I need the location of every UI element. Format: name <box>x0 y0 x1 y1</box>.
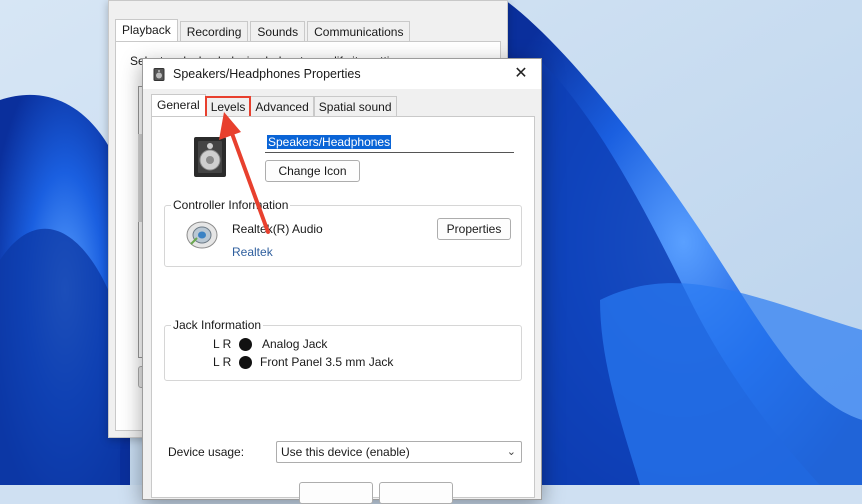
properties-tabs: General Levels Advanced Spatial sound <box>151 94 397 120</box>
controller-link[interactable]: Realtek <box>232 245 273 259</box>
tab-general[interactable]: General <box>151 94 206 118</box>
tab-spatial-sound[interactable]: Spatial sound <box>313 96 397 118</box>
device-usage-select[interactable]: Use this device (enable) ⌄ <box>276 441 522 463</box>
jack-lr-label: L R <box>213 355 232 369</box>
device-usage-label: Device usage: <box>168 445 245 459</box>
title-speaker-icon <box>153 68 165 81</box>
device-name-field[interactable]: Speakers/Headphones <box>265 135 514 153</box>
change-icon-button[interactable]: Change Icon <box>265 160 360 182</box>
jack-name: Analog Jack <box>262 337 328 351</box>
close-icon[interactable]: ✕ <box>507 62 535 86</box>
tab-playback[interactable]: Playback <box>115 19 178 43</box>
controller-information-group: Controller Information Realtek(R) Audio … <box>164 198 522 267</box>
tab-levels-label: Levels <box>210 100 246 114</box>
device-usage-value: Use this device (enable) <box>281 445 410 459</box>
general-panel: Speakers/Headphones Change Icon Controll… <box>151 116 535 498</box>
title-bar[interactable]: Speakers/Headphones Properties ✕ <box>143 59 541 89</box>
jack-name: Front Panel 3.5 mm Jack <box>260 355 394 369</box>
sound-tabs: Playback Recording Sounds Communications <box>115 19 412 43</box>
tab-advanced[interactable]: Advanced <box>250 96 314 118</box>
jack-row: L R Front Panel 3.5 mm Jack <box>213 354 393 370</box>
jack-information-legend: Jack Information <box>171 318 264 332</box>
jack-row: L R Analog Jack <box>213 336 327 352</box>
controller-information-legend: Controller Information <box>171 198 291 212</box>
chevron-down-icon: ⌄ <box>506 446 516 458</box>
speaker-device-icon <box>194 137 226 177</box>
audio-controller-icon <box>186 221 218 249</box>
tab-sounds[interactable]: Sounds <box>250 21 306 43</box>
cancel-button[interactable] <box>379 482 453 504</box>
controller-properties-button[interactable]: Properties <box>437 218 511 240</box>
tab-levels[interactable]: Levels <box>204 96 252 120</box>
jack-color-dot <box>239 355 252 369</box>
jack-color-dot <box>239 337 252 351</box>
jack-lr-label: L R <box>213 337 232 351</box>
speakers-properties-dialog: Speakers/Headphones Properties ✕ General… <box>142 58 542 504</box>
device-name-value: Speakers/Headphones <box>267 135 392 149</box>
window-title: Speakers/Headphones Properties <box>173 67 361 81</box>
controller-name: Realtek(R) Audio <box>232 222 323 236</box>
tab-communications[interactable]: Communications <box>307 21 411 43</box>
ok-button[interactable] <box>299 482 373 504</box>
jack-information-group: Jack Information L R Analog Jack L R Fro… <box>164 318 522 381</box>
tab-recording[interactable]: Recording <box>179 21 249 43</box>
